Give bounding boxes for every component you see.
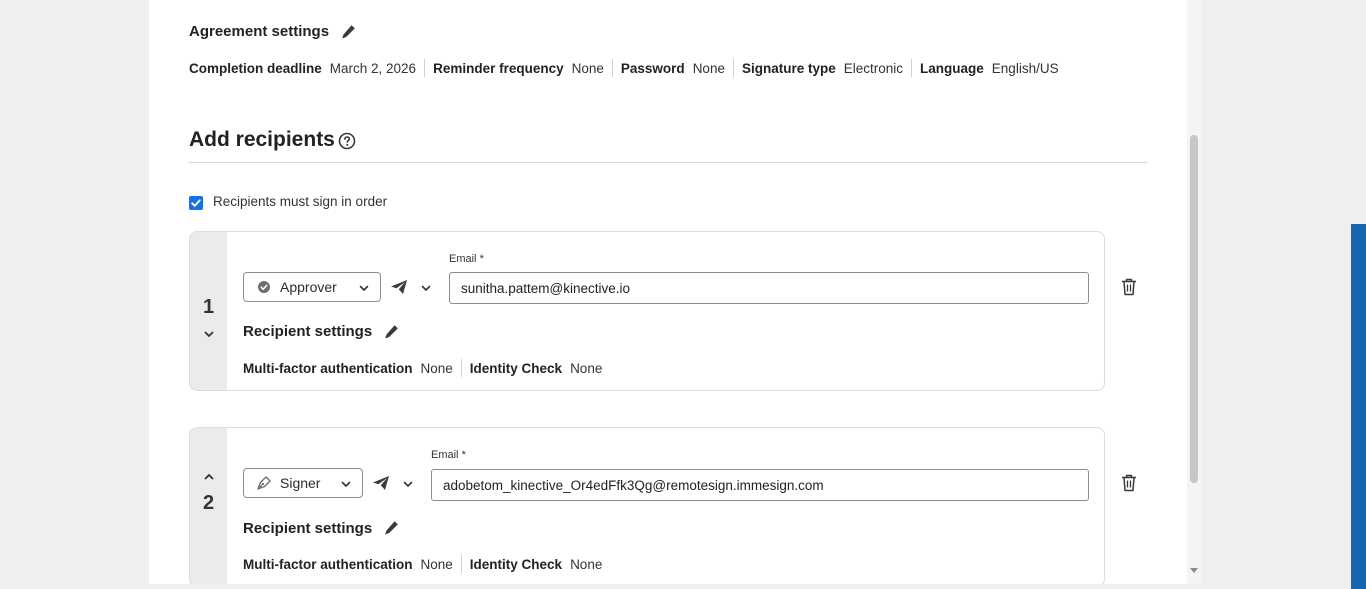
vertical-scrollbar[interactable] [1187,0,1201,584]
recipient-order-number: 1 [202,296,215,318]
identity-check-label: Identity Check [469,360,563,376]
recipient-settings-title: Recipient settings [243,323,373,340]
role-dropdown[interactable]: Approver [243,272,381,302]
pen-nib-icon [256,475,272,491]
recipient-card-1: 1 Approver Email * Recipient s [189,231,1105,391]
check-circle-icon [256,279,272,295]
mfa-value: None [420,556,453,572]
edit-recipient-settings-icon[interactable] [383,324,399,340]
side-panel-edge [1351,224,1366,589]
reminder-frequency-label: Reminder frequency [433,60,564,76]
recipient-card-2: 2 Signer Email * Recipient settings [189,427,1105,584]
divider [460,555,462,573]
email-input[interactable] [449,272,1089,304]
email-label: Email * [431,449,466,461]
password-label: Password [620,60,685,76]
agreement-settings-title: Agreement settings [189,23,330,40]
email-label-text: Email [431,449,459,461]
completion-deadline-value: March 2, 2026 [329,60,417,76]
sign-in-order-label[interactable]: Recipients must sign in order [213,194,387,209]
role-label: Signer [280,475,321,491]
identity-check-value: None [570,360,603,376]
main-page: Agreement settings Completion deadline M… [149,0,1187,584]
move-up-chevron-icon[interactable] [203,470,215,482]
recipient-settings-title: Recipient settings [243,520,373,537]
chevron-down-icon [340,477,352,489]
required-asterisk: * [479,253,484,265]
email-label-text: Email [449,253,477,265]
send-plane-icon [390,279,408,295]
delete-recipient-1-trash-icon[interactable] [1121,278,1137,296]
edit-agreement-settings-icon[interactable] [340,24,356,40]
delete-recipient-2-trash-icon[interactable] [1121,474,1137,492]
send-plane-icon [372,475,390,491]
divider [460,359,462,377]
reminder-frequency-value: None [571,60,604,76]
signature-type-label: Signature type [741,60,836,76]
role-dropdown[interactable]: Signer [243,468,363,498]
email-input[interactable] [431,469,1089,501]
email-label: Email * [449,253,484,265]
required-asterisk: * [461,449,466,461]
divider [424,59,426,77]
chevron-down-icon [420,281,432,293]
scrollbar-thumb[interactable] [1190,135,1198,483]
section-divider [189,162,1147,163]
recipient-order-number: 2 [202,492,215,514]
divider [911,59,913,77]
recipient-settings-summary: Multi-factor authentication None Identit… [243,359,602,377]
help-icon[interactable] [338,132,356,150]
delivery-method-dropdown[interactable] [390,279,432,295]
mfa-label: Multi-factor authentication [243,360,413,376]
mfa-label: Multi-factor authentication [243,556,413,572]
language-value: English/US [991,60,1059,76]
divider [611,59,613,77]
recipient-settings-summary: Multi-factor authentication None Identit… [243,555,602,573]
chevron-down-icon [402,477,414,489]
identity-check-value: None [570,556,603,572]
agreement-settings-summary: Completion deadline March 2, 2026 Remind… [189,59,1059,77]
completion-deadline-label: Completion deadline [189,60,322,76]
sign-in-order-checkbox[interactable] [189,196,203,210]
move-down-chevron-icon[interactable] [203,327,215,339]
add-recipients-heading: Add recipients [189,128,335,151]
edit-recipient-settings-icon[interactable] [383,520,399,536]
scroll-down-arrow-icon[interactable] [1190,568,1198,573]
divider [732,59,734,77]
password-value: None [692,60,725,76]
chevron-down-icon [358,281,370,293]
identity-check-label: Identity Check [469,556,563,572]
language-label: Language [920,60,984,76]
signature-type-value: Electronic [843,60,904,76]
role-label: Approver [280,279,337,295]
delivery-method-dropdown[interactable] [372,475,414,491]
mfa-value: None [420,360,453,376]
